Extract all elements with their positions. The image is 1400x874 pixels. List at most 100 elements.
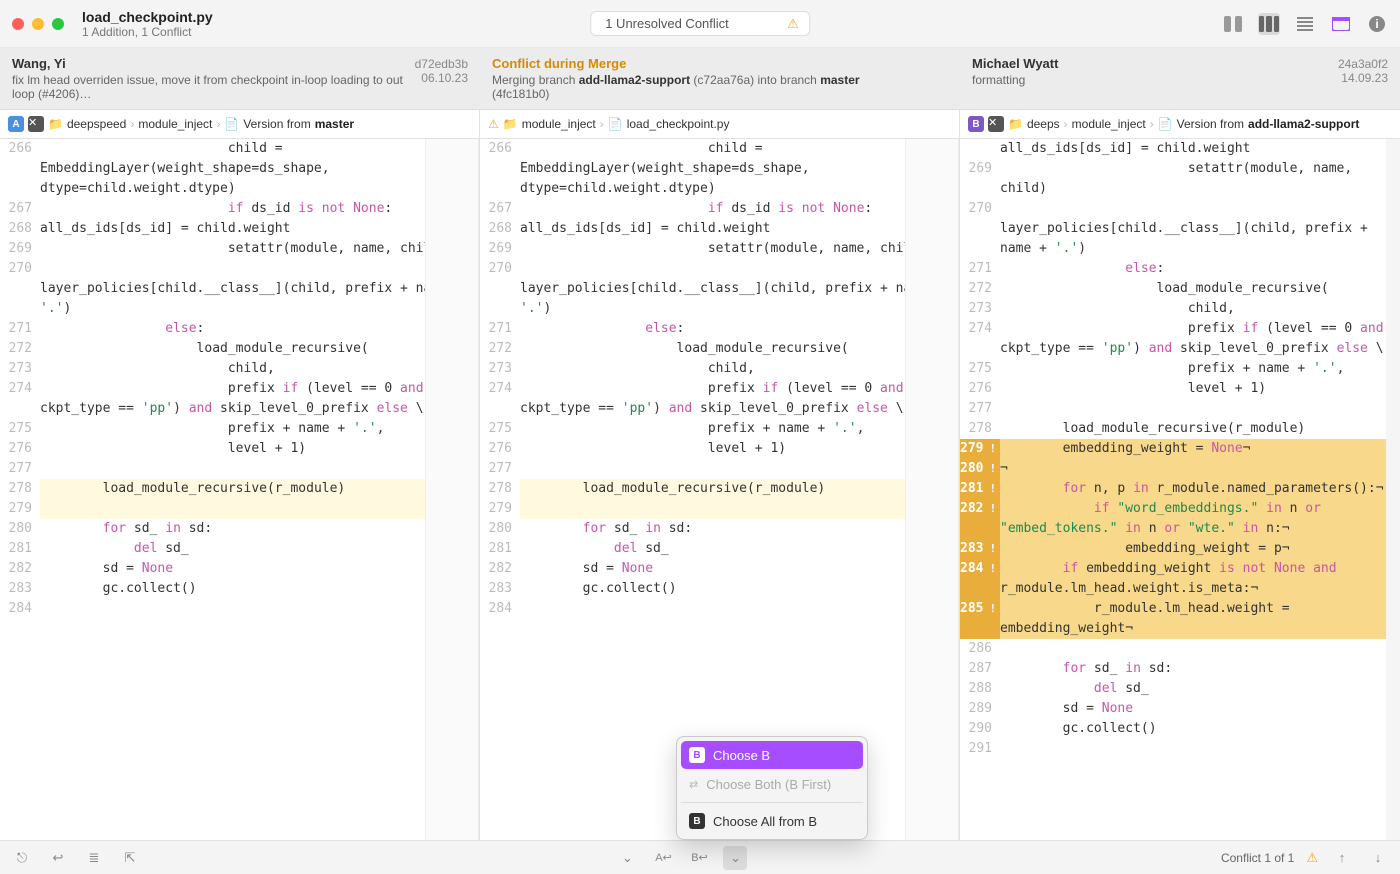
conflict-pill[interactable]: 1 Unresolved Conflict ⚠︎ xyxy=(590,11,810,36)
code-line[interactable]: 274 prefix if (level == 0 and ckpt_type … xyxy=(960,319,1400,359)
choose-both-button[interactable]: ⇄ Choose Both (B First) xyxy=(681,771,863,798)
close-b-icon[interactable]: ✕ xyxy=(988,116,1004,132)
code-line[interactable]: all_ds_ids[ds_id] = child.weight xyxy=(960,139,1400,159)
code-line[interactable]: 266 child = EmbeddingLayer(weight_shape=… xyxy=(480,139,959,199)
code-line[interactable]: 272 load_module_recursive( xyxy=(480,339,959,359)
maximize-window[interactable] xyxy=(52,18,64,30)
code-line[interactable]: 277 xyxy=(480,459,959,479)
code-line[interactable]: 277 xyxy=(960,399,1400,419)
code-line[interactable]: 274 prefix if (level == 0 and ckpt_type … xyxy=(0,379,479,419)
window-controls xyxy=(12,18,64,30)
code-line[interactable]: 270 xyxy=(480,259,959,279)
breadcrumb-b: B ✕ 📁 deeps › module_inject › 📄 Version … xyxy=(960,110,1400,138)
tool-icon-3[interactable]: ≣ xyxy=(82,846,106,870)
code-line[interactable]: 273 child, xyxy=(960,299,1400,319)
choose-b-button[interactable]: B Choose B xyxy=(681,741,863,769)
code-line[interactable]: 279 xyxy=(480,499,959,519)
code-line[interactable]: 275 prefix + name + '.', xyxy=(960,359,1400,379)
code-line[interactable]: 269 setattr(module, name, child) xyxy=(480,239,959,259)
code-line[interactable]: 273 child, xyxy=(480,359,959,379)
code-line[interactable]: 283 gc.collect() xyxy=(480,579,959,599)
code-line[interactable]: 280 for sd_ in sd: xyxy=(0,519,479,539)
code-line[interactable]: 282 sd = None xyxy=(480,559,959,579)
code-line[interactable]: 274 prefix if (level == 0 and ckpt_type … xyxy=(480,379,959,419)
two-column-icon[interactable] xyxy=(1222,13,1244,35)
code-line[interactable]: layer_policies[child.__class__](child, p… xyxy=(960,219,1400,259)
code-line[interactable]: 278 load_module_recursive(r_module) xyxy=(0,479,479,499)
code-line[interactable]: 275 prefix + name + '.', xyxy=(480,419,959,439)
code-line[interactable]: 276 level + 1) xyxy=(960,379,1400,399)
code-line[interactable]: 291 xyxy=(960,739,1400,759)
pane-result[interactable]: 266 child = EmbeddingLayer(weight_shape=… xyxy=(480,139,960,840)
code-line[interactable]: 279 xyxy=(0,499,479,519)
code-line[interactable]: 289 sd = None xyxy=(960,699,1400,719)
three-column-icon[interactable] xyxy=(1258,13,1280,35)
code-line[interactable]: 268all_ds_ids[ds_id] = child.weight xyxy=(480,219,959,239)
choose-a-footer[interactable]: A↩ xyxy=(651,846,675,870)
code-line[interactable]: 272 load_module_recursive( xyxy=(960,279,1400,299)
code-line[interactable]: 267 if ds_id is not None: xyxy=(480,199,959,219)
code-line[interactable]: 276 level + 1) xyxy=(0,439,479,459)
code-line[interactable]: 282 sd = None xyxy=(0,559,479,579)
prev-conflict-icon[interactable]: ↑ xyxy=(1330,846,1354,870)
code-line[interactable]: 271 else: xyxy=(0,319,479,339)
code-line[interactable]: 269 setattr(module, name, child) xyxy=(0,239,479,259)
code-line[interactable]: 280!¬ xyxy=(960,459,1400,479)
code-line[interactable]: 284! if embedding_weight is not None and… xyxy=(960,559,1400,599)
code-line[interactable]: 270 xyxy=(960,199,1400,219)
code-line[interactable]: 277 xyxy=(0,459,479,479)
code-line[interactable]: 281! for n, p in r_module.named_paramete… xyxy=(960,479,1400,499)
code-line[interactable]: 276 level + 1) xyxy=(480,439,959,459)
code-line[interactable]: layer_policies[child.__class__](child, p… xyxy=(0,279,479,319)
code-line[interactable]: 287 for sd_ in sd: xyxy=(960,659,1400,679)
code-line[interactable]: 270 xyxy=(0,259,479,279)
code-line[interactable]: 290 gc.collect() xyxy=(960,719,1400,739)
code-line[interactable]: 279! embedding_weight = None¬ xyxy=(960,439,1400,459)
pane-a[interactable]: 266 child = EmbeddingLayer(weight_shape=… xyxy=(0,139,480,840)
code-line[interactable]: 280 for sd_ in sd: xyxy=(480,519,959,539)
code-line[interactable]: 268all_ds_ids[ds_id] = child.weight xyxy=(0,219,479,239)
minimap[interactable] xyxy=(1386,139,1400,840)
code-line[interactable]: 283 gc.collect() xyxy=(0,579,479,599)
code-line[interactable]: 272 load_module_recursive( xyxy=(0,339,479,359)
desc-b: formatting xyxy=(972,73,1025,87)
code-line[interactable]: 283! embedding_weight = p¬ xyxy=(960,539,1400,559)
tool-icon-4[interactable]: ⇱ xyxy=(118,846,142,870)
window-icon[interactable] xyxy=(1330,13,1352,35)
choose-all-b-button[interactable]: B Choose All from B xyxy=(681,807,863,835)
commit-info-merge: Conflict during Merge Merging branch add… xyxy=(480,48,960,109)
tool-icon-1[interactable]: ⎋ xyxy=(10,846,34,870)
code-line[interactable]: 282! if "word_embeddings." in n or "embe… xyxy=(960,499,1400,539)
b-badge-icon: B xyxy=(689,813,705,829)
code-line[interactable]: 281 del sd_ xyxy=(480,539,959,559)
hash-b: 24a3a0f2 xyxy=(1338,57,1388,71)
close-a-icon[interactable]: ✕ xyxy=(28,116,44,132)
pane-b[interactable]: all_ds_ids[ds_id] = child.weight269 seta… xyxy=(960,139,1400,840)
chevron-down-icon[interactable]: ⌄ xyxy=(615,846,639,870)
info-icon[interactable]: i xyxy=(1366,13,1388,35)
minimize-window[interactable] xyxy=(32,18,44,30)
code-line[interactable]: 281 del sd_ xyxy=(0,539,479,559)
next-conflict-icon[interactable]: ↓ xyxy=(1366,846,1390,870)
tool-icon-2[interactable]: ↩ xyxy=(46,846,70,870)
code-line[interactable]: 275 prefix + name + '.', xyxy=(0,419,479,439)
list-icon[interactable] xyxy=(1294,13,1316,35)
close-window[interactable] xyxy=(12,18,24,30)
author-b: Michael Wyatt xyxy=(972,56,1058,71)
code-line[interactable]: 267 if ds_id is not None: xyxy=(0,199,479,219)
code-line[interactable]: 285! r_module.lm_head.weight = embedding… xyxy=(960,599,1400,639)
code-line[interactable]: 271 else: xyxy=(960,259,1400,279)
code-line[interactable]: 271 else: xyxy=(480,319,959,339)
code-line[interactable]: 278 load_module_recursive(r_module) xyxy=(480,479,959,499)
code-line[interactable]: 284 xyxy=(480,599,959,619)
code-line[interactable]: 284 xyxy=(0,599,479,619)
code-line[interactable]: layer_policies[child.__class__](child, p… xyxy=(480,279,959,319)
chevron-down-icon-2[interactable]: ⌄ xyxy=(723,846,747,870)
code-line[interactable]: 266 child = EmbeddingLayer(weight_shape=… xyxy=(0,139,479,199)
code-line[interactable]: 278 load_module_recursive(r_module) xyxy=(960,419,1400,439)
choose-b-footer[interactable]: B↩ xyxy=(687,846,711,870)
code-line[interactable]: 286 xyxy=(960,639,1400,659)
code-line[interactable]: 269 setattr(module, name, child) xyxy=(960,159,1400,199)
code-line[interactable]: 273 child, xyxy=(0,359,479,379)
code-line[interactable]: 288 del sd_ xyxy=(960,679,1400,699)
